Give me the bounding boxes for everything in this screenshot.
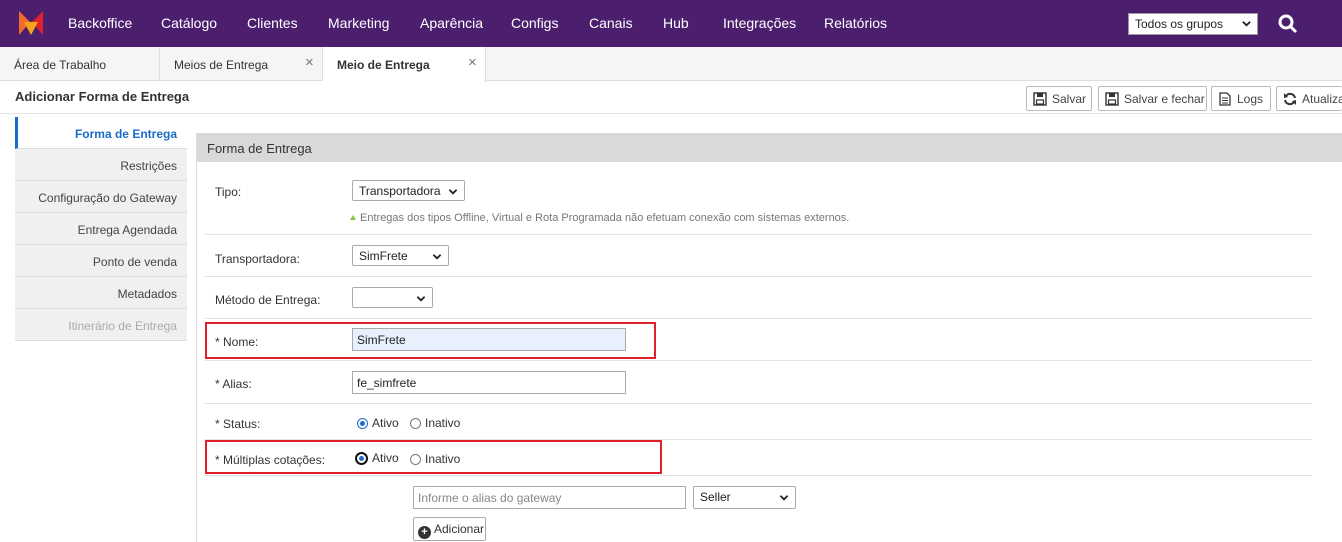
status-ativo-radio[interactable]: Ativo xyxy=(357,416,399,430)
group-select[interactable]: Todos os grupos xyxy=(1128,13,1258,35)
multiplas-ativo-radio[interactable]: Ativo xyxy=(355,451,399,465)
add-gateway-button[interactable]: + Adicionar xyxy=(413,517,486,541)
radio-checked-icon xyxy=(355,451,368,465)
search-icon[interactable] xyxy=(1278,14,1298,34)
nav-integracoes[interactable]: Integrações xyxy=(723,15,796,31)
chevron-down-icon xyxy=(1242,21,1251,27)
multiplas-ativo-label: Ativo xyxy=(372,451,399,465)
tab-meios-de-entrega[interactable]: Meios de Entrega × xyxy=(160,47,323,81)
row-divider xyxy=(205,318,1312,319)
multiplas-inativo-label: Inativo xyxy=(425,452,461,466)
save-button[interactable]: Salvar xyxy=(1026,86,1092,111)
tab-meio-de-entrega[interactable]: Meio de Entrega × xyxy=(323,47,486,82)
floppy-icon xyxy=(1105,92,1119,106)
sidemenu-entrega-agendada[interactable]: Entrega Agendada xyxy=(15,213,187,245)
multiplas-inativo-radio[interactable]: Inativo xyxy=(410,452,460,466)
alias-label: * Alias: xyxy=(215,377,252,391)
gateway-type-select[interactable]: Seller xyxy=(693,486,796,509)
sidemenu-itinerario: Itinerário de Entrega xyxy=(15,309,187,341)
close-icon[interactable]: × xyxy=(305,54,314,71)
chevron-down-icon xyxy=(416,296,426,302)
tab-bar: Área de Trabalho Meios de Entrega × Meio… xyxy=(0,47,1342,82)
page-title: Adicionar Forma de Entrega xyxy=(15,89,190,104)
alias-input[interactable]: fe_simfrete xyxy=(352,371,626,394)
nav-catalogo[interactable]: Catálogo xyxy=(161,15,217,31)
save-close-button[interactable]: Salvar e fechar xyxy=(1098,86,1207,111)
nav-aparencia[interactable]: Aparência xyxy=(420,15,483,31)
nav-canais[interactable]: Canais xyxy=(589,15,633,31)
document-icon xyxy=(1219,92,1231,106)
refresh-icon xyxy=(1284,92,1296,106)
tab-area-de-trabalho[interactable]: Área de Trabalho xyxy=(0,47,160,81)
chevron-down-icon xyxy=(448,189,458,195)
sidemenu-forma-de-entrega[interactable]: Forma de Entrega xyxy=(15,117,187,149)
logs-button[interactable]: Logs xyxy=(1211,86,1271,111)
row-divider xyxy=(205,360,1312,361)
add-gateway-label: Adicionar xyxy=(434,522,485,536)
tipo-hint-text: Entregas dos tipos Offline, Virtual e Ro… xyxy=(360,212,850,224)
transportadora-label: Transportadora: xyxy=(215,252,300,266)
metodo-label: Método de Entrega: xyxy=(215,293,321,307)
nome-input[interactable]: SimFrete xyxy=(352,328,626,351)
metodo-select[interactable] xyxy=(352,287,433,308)
gateway-alias-input[interactable]: Informe o alias do gateway xyxy=(413,486,686,509)
gateway-type-value: Seller xyxy=(700,490,731,504)
refresh-label: Atualizar xyxy=(1302,92,1342,106)
save-label: Salvar xyxy=(1052,92,1087,106)
panel-header: Forma de Entrega xyxy=(197,133,1342,162)
nav-marketing[interactable]: Marketing xyxy=(328,15,389,31)
brand-logo-icon[interactable] xyxy=(16,8,46,38)
row-divider xyxy=(205,403,1312,404)
header-divider xyxy=(0,113,1342,114)
multiplas-label: * Múltiplas cotações: xyxy=(215,453,326,467)
plus-circle-icon: + xyxy=(418,526,431,539)
nav-relatorios[interactable]: Relatórios xyxy=(824,15,887,31)
sidemenu-config-gateway[interactable]: Configuração do Gateway xyxy=(15,181,187,213)
transportadora-value: SimFrete xyxy=(359,249,408,263)
status-label: * Status: xyxy=(215,417,261,431)
chevron-down-icon xyxy=(432,254,442,260)
nome-label: * Nome: xyxy=(215,335,259,349)
transportadora-select[interactable]: SimFrete xyxy=(352,245,449,266)
nav-clientes[interactable]: Clientes xyxy=(247,15,298,31)
chevron-down-icon xyxy=(779,495,789,501)
sidemenu-ponto-de-venda[interactable]: Ponto de venda xyxy=(15,245,187,277)
floppy-icon xyxy=(1033,92,1047,106)
close-icon[interactable]: × xyxy=(468,54,477,71)
tipo-value: Transportadora xyxy=(359,184,441,198)
side-menu: Forma de Entrega Restrições Configuração… xyxy=(15,117,187,341)
status-ativo-label: Ativo xyxy=(372,416,399,430)
sidemenu-restricoes[interactable]: Restrições xyxy=(15,149,187,181)
status-inativo-label: Inativo xyxy=(425,416,461,430)
tab-label: Meios de Entrega xyxy=(174,58,269,72)
refresh-button[interactable]: Atualizar xyxy=(1276,86,1342,111)
tab-label: Meio de Entrega xyxy=(337,58,430,72)
sidemenu-metadados[interactable]: Metadados xyxy=(15,277,187,309)
nav-hub[interactable]: Hub xyxy=(663,15,689,31)
caret-up-icon xyxy=(350,215,356,220)
row-divider xyxy=(205,475,1312,476)
save-close-label: Salvar e fechar xyxy=(1124,92,1205,106)
row-divider xyxy=(205,276,1312,277)
tab-label: Área de Trabalho xyxy=(14,58,107,72)
tipo-hint: Entregas dos tipos Offline, Virtual e Ro… xyxy=(350,212,849,224)
radio-unchecked-icon xyxy=(410,417,421,429)
radio-checked-icon xyxy=(357,417,368,429)
group-select-value: Todos os grupos xyxy=(1135,17,1224,31)
nav-configs[interactable]: Configs xyxy=(511,15,558,31)
tipo-label: Tipo: xyxy=(215,185,242,199)
radio-unchecked-icon xyxy=(410,453,421,465)
logs-label: Logs xyxy=(1237,92,1264,106)
row-divider xyxy=(205,234,1312,235)
status-inativo-radio[interactable]: Inativo xyxy=(410,416,460,430)
nav-backoffice[interactable]: Backoffice xyxy=(68,15,132,31)
top-navbar: Backoffice Catálogo Clientes Marketing A… xyxy=(0,0,1342,47)
tipo-select[interactable]: Transportadora xyxy=(352,180,465,201)
